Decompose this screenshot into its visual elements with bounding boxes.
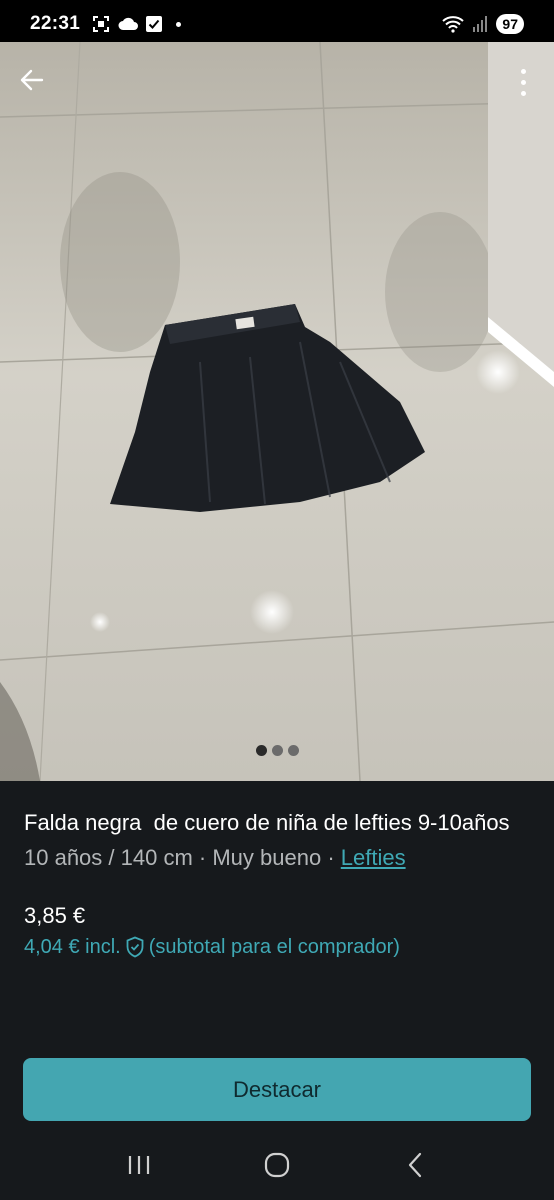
home-button[interactable] [257,1145,297,1185]
meta-separator: · [192,845,213,870]
brand-link[interactable]: Lefties [341,845,406,870]
recents-button[interactable] [119,1145,159,1185]
price-incl-note: (subtotal para el comprador) [148,936,400,958]
item-info: Falda negra de cuero de niña de lefties … [24,806,534,962]
cloud-icon [118,17,139,30]
back-button[interactable] [14,62,50,98]
price-incl-value: 4,04 € incl. [24,936,121,958]
check-box-icon [146,16,163,32]
system-nav-bar [0,1130,554,1200]
status-time: 22:31 [30,13,81,34]
price-including-protection[interactable]: 4,04 € incl. (subtotal para el comprador… [24,932,534,962]
status-icons-right: 97 [442,14,524,34]
more-vertical-icon-dot [520,90,526,96]
back-icon [408,1152,422,1178]
item-title: Falda negra de cuero de niña de lefties … [24,810,510,835]
recents-icon [128,1156,150,1174]
more-options-button[interactable] [508,64,538,100]
item-price: 3,85 € [24,903,86,928]
home-icon [264,1152,290,1178]
status-bar: 22:31 97 [0,0,554,48]
item-meta: 10 años / 140 cm · Muy bueno · Lefties [24,842,534,874]
item-condition: Muy bueno [212,845,322,870]
wifi-icon [442,16,465,33]
notification-dot-icon [176,21,182,27]
product-photo[interactable] [0,42,554,781]
more-vertical-icon-dot [520,68,526,74]
gallery-pager [0,745,554,756]
item-size: 10 años / 140 cm [24,845,193,870]
signal-icon [473,16,488,32]
system-back-button[interactable] [395,1145,435,1185]
bump-button[interactable]: Destacar [23,1058,531,1121]
status-icons-left [92,15,182,33]
meta-separator: · [321,845,341,870]
shield-icon [125,936,145,958]
arrow-left-icon [20,69,44,91]
battery-icon: 97 [496,14,524,34]
pager-dot[interactable] [271,745,283,756]
photo-illustration [0,42,554,781]
screenshot-icon [93,16,110,32]
pager-dot[interactable] [255,745,267,756]
more-vertical-icon-dot [520,79,526,85]
pager-dot[interactable] [287,745,299,756]
